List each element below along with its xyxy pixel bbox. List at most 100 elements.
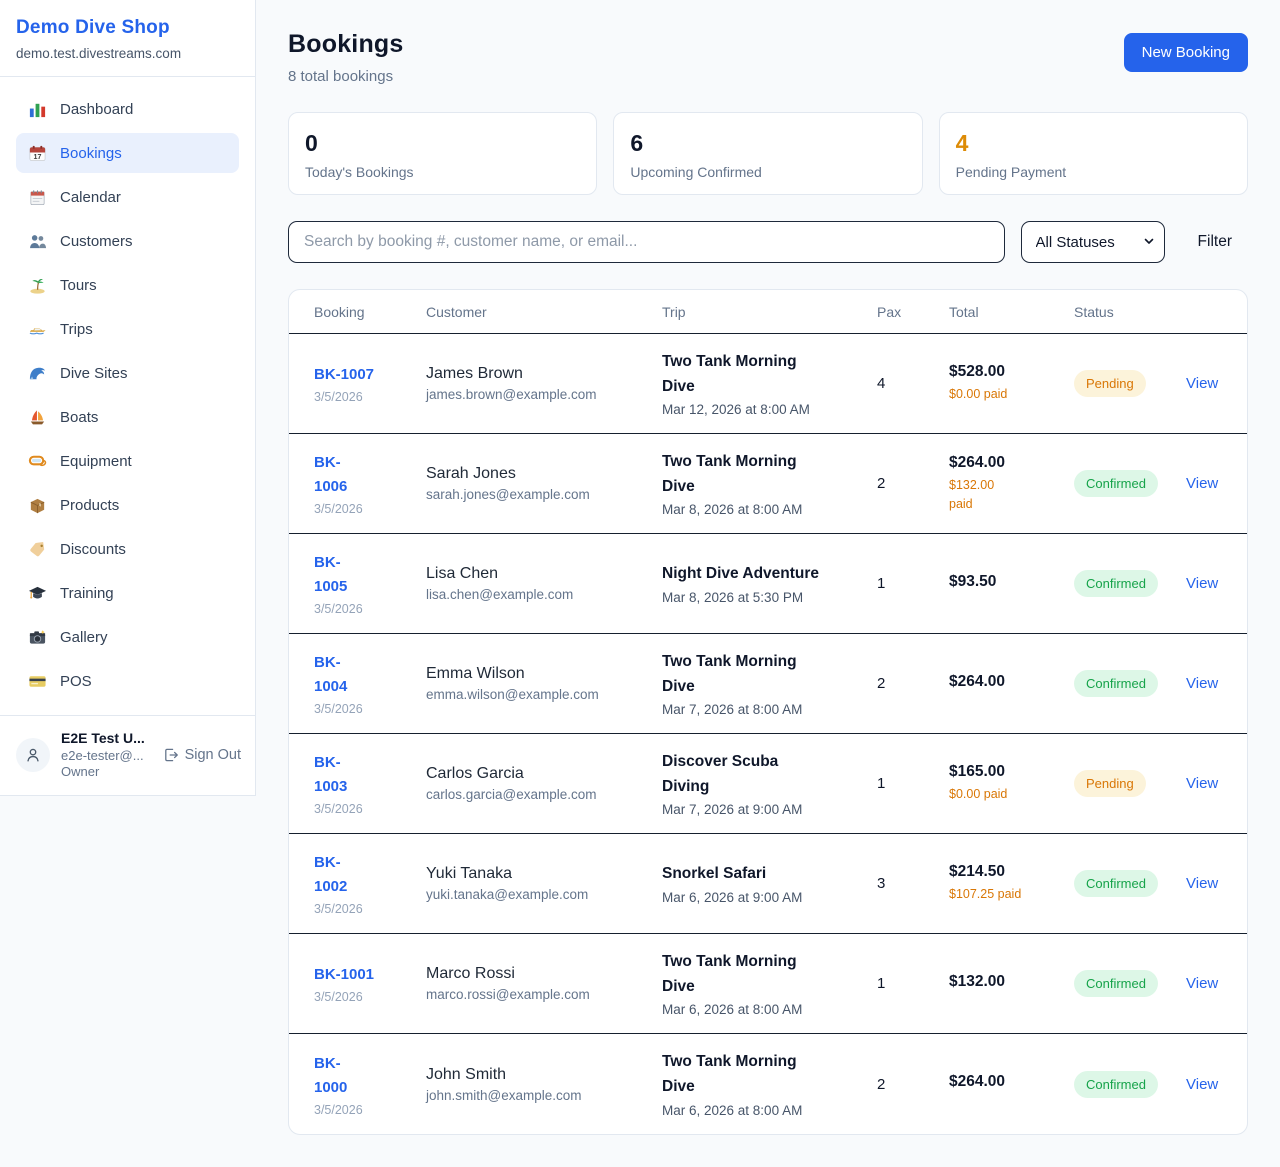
status-filter-select[interactable]: All Statuses — [1021, 221, 1165, 263]
view-link[interactable]: View — [1186, 475, 1227, 492]
trip-cell: Discover Scuba Diving Mar 7, 2026 at 9:0… — [662, 750, 877, 818]
view-link[interactable]: View — [1186, 375, 1227, 392]
booking-date: 3/5/2026 — [314, 990, 426, 1004]
trip-datetime: Mar 12, 2026 at 8:00 AM — [662, 402, 877, 417]
status-cell: Confirmed — [1074, 970, 1186, 997]
booking-date: 3/5/2026 — [314, 1103, 426, 1117]
sign-out-button[interactable]: Sign Out — [163, 747, 241, 763]
customer-name: Yuki Tanaka — [426, 865, 662, 883]
view-link[interactable]: View — [1186, 675, 1227, 692]
sidebar-item-products[interactable]: Products — [16, 485, 239, 525]
total-cell: $264.00 $132.00 paid — [949, 454, 1074, 514]
sidebar-item-training[interactable]: Training — [16, 573, 239, 613]
status-cell: Pending — [1074, 770, 1186, 797]
view-link[interactable]: View — [1186, 875, 1227, 892]
search-input[interactable] — [288, 221, 1005, 263]
trip-name: Two Tank Morning Dive — [662, 950, 820, 1000]
status-badge: Pending — [1074, 770, 1146, 797]
total-cell: $93.50 — [949, 573, 1074, 595]
booking-cell: BK- 1000 3/5/2026 — [314, 1052, 426, 1117]
sidebar-item-gallery[interactable]: Gallery — [16, 617, 239, 657]
trip-datetime: Mar 6, 2026 at 8:00 AM — [662, 1103, 877, 1118]
booking-cell: BK- 1006 3/5/2026 — [314, 451, 426, 516]
pax-value: 3 — [877, 875, 949, 892]
sidebar-item-customers[interactable]: Customers — [16, 221, 239, 261]
booking-id-link[interactable]: BK- 1005 — [314, 551, 426, 599]
booking-id-link[interactable]: BK-1007 — [314, 363, 426, 387]
sidebar-item-dashboard[interactable]: Dashboard — [16, 89, 239, 129]
booking-date: 3/5/2026 — [314, 602, 426, 616]
trip-cell: Two Tank Morning Dive Mar 6, 2026 at 8:0… — [662, 950, 877, 1018]
sidebar-item-label: Dashboard — [60, 101, 133, 118]
booking-id-link[interactable]: BK- 1003 — [314, 751, 426, 799]
sidebar-item-dive-sites[interactable]: Dive Sites — [16, 353, 239, 393]
user-info: E2E Test U... e2e-tester@... Owner — [61, 730, 155, 779]
sidebar-item-discounts[interactable]: Discounts — [16, 529, 239, 569]
table-row: BK- 1004 3/5/2026 Emma Wilson emma.wilso… — [289, 634, 1247, 734]
stat-card-pending-payment: 4 Pending Payment — [939, 112, 1248, 195]
booking-id-link[interactable]: BK-1001 — [314, 963, 426, 987]
table-row: BK-1001 3/5/2026 Marco Rossi marco.rossi… — [289, 934, 1247, 1034]
view-link[interactable]: View — [1186, 1076, 1227, 1093]
tag-icon — [28, 540, 47, 559]
total-amount: $264.00 — [949, 454, 1074, 472]
sidebar-item-tours[interactable]: Tours — [16, 265, 239, 305]
booking-date: 3/5/2026 — [314, 702, 426, 716]
total-cell: $264.00 — [949, 673, 1074, 695]
user-name: E2E Test U... — [61, 730, 155, 746]
booking-id-link[interactable]: BK- 1006 — [314, 451, 426, 499]
booking-date: 3/5/2026 — [314, 502, 426, 516]
column-header-booking: Booking — [314, 304, 426, 320]
status-cell: Confirmed — [1074, 470, 1186, 497]
brand-name: Demo Dive Shop — [16, 17, 239, 39]
booking-id-link[interactable]: BK- 1000 — [314, 1052, 426, 1100]
sidebar-nav: Dashboard 17 Bookings Calendar Customers… — [0, 77, 255, 715]
package-box-icon — [28, 496, 47, 515]
status-badge: Confirmed — [1074, 870, 1158, 897]
page-header-text: Bookings 8 total bookings — [288, 30, 404, 85]
filter-button[interactable]: Filter — [1198, 233, 1232, 251]
stat-card-upcoming-confirmed: 6 Upcoming Confirmed — [613, 112, 922, 195]
booking-id-link[interactable]: BK- 1002 — [314, 851, 426, 899]
customer-name: Sarah Jones — [426, 465, 662, 483]
customer-email: lisa.chen@example.com — [426, 587, 662, 602]
user-email: e2e-tester@... — [61, 748, 155, 763]
stat-value: 4 — [956, 130, 1231, 157]
stat-card-todays-bookings: 0 Today's Bookings — [288, 112, 597, 195]
new-booking-button[interactable]: New Booking — [1124, 33, 1248, 72]
customer-email: emma.wilson@example.com — [426, 687, 662, 702]
sidebar-item-boats[interactable]: Boats — [16, 397, 239, 437]
sidebar-item-equipment[interactable]: Equipment — [16, 441, 239, 481]
main-content: Bookings 8 total bookings New Booking 0 … — [256, 0, 1280, 1167]
pax-value: 4 — [877, 375, 949, 392]
customer-email: sarah.jones@example.com — [426, 487, 662, 502]
customer-email: james.brown@example.com — [426, 387, 662, 402]
sidebar-item-trips[interactable]: Trips — [16, 309, 239, 349]
logout-icon — [163, 747, 179, 763]
view-link[interactable]: View — [1186, 575, 1227, 592]
sidebar-item-pos[interactable]: POS — [16, 661, 239, 701]
bar-chart-icon — [28, 100, 47, 119]
trip-cell: Night Dive Adventure Mar 8, 2026 at 5:30… — [662, 562, 877, 605]
status-badge: Confirmed — [1074, 670, 1158, 697]
stat-label: Pending Payment — [956, 164, 1231, 180]
table-row: BK- 1005 3/5/2026 Lisa Chen lisa.chen@ex… — [289, 534, 1247, 634]
sidebar-item-label: POS — [60, 673, 92, 690]
brand-block: Demo Dive Shop demo.test.divestreams.com — [0, 0, 255, 77]
person-icon — [24, 746, 42, 764]
stat-value: 6 — [630, 130, 905, 157]
people-icon — [28, 232, 47, 251]
sidebar-item-bookings[interactable]: 17 Bookings — [16, 133, 239, 173]
total-cell: $165.00 $0.00 paid — [949, 763, 1074, 804]
booking-id-link[interactable]: BK- 1004 — [314, 651, 426, 699]
view-link[interactable]: View — [1186, 775, 1227, 792]
total-amount: $264.00 — [949, 673, 1074, 691]
customer-cell: Sarah Jones sarah.jones@example.com — [426, 465, 662, 502]
paid-amount: $0.00 paid — [949, 385, 1074, 404]
sidebar-item-calendar[interactable]: Calendar — [16, 177, 239, 217]
view-link[interactable]: View — [1186, 975, 1227, 992]
trip-name: Two Tank Morning Dive — [662, 650, 820, 700]
column-header-pax: Pax — [877, 304, 949, 320]
total-amount: $165.00 — [949, 763, 1074, 781]
booking-cell: BK-1007 3/5/2026 — [314, 363, 426, 404]
